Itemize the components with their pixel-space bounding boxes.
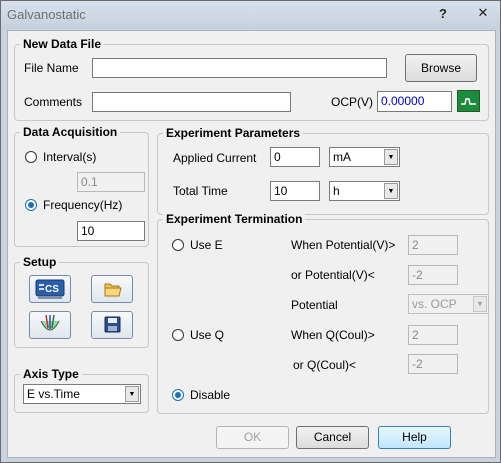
when-q-label: When Q(Coul)> bbox=[291, 328, 375, 342]
save-disk-icon[interactable] bbox=[91, 311, 133, 339]
or-q-label: or Q(Coul)< bbox=[293, 358, 357, 372]
applied-current-label: Applied Current bbox=[173, 151, 257, 165]
dialog-client: New Data File File Name Browse Comments … bbox=[7, 30, 496, 458]
applied-current-unit-select[interactable]: mA ▼ bbox=[329, 147, 400, 167]
comments-label: Comments bbox=[24, 95, 83, 109]
frequency-input[interactable]: 10 bbox=[77, 221, 145, 241]
chevron-down-icon: ▼ bbox=[384, 183, 398, 199]
use-q-radio[interactable] bbox=[172, 329, 184, 341]
use-e-radio[interactable] bbox=[172, 239, 184, 251]
or-q-input[interactable]: -2 bbox=[408, 354, 458, 374]
experiment-parameters-group: Experiment Parameters Applied Current 0 … bbox=[157, 126, 489, 215]
axis-type-select[interactable]: E vs.Time ▼ bbox=[23, 384, 141, 404]
total-time-unit-value: h bbox=[333, 184, 340, 198]
chevron-down-icon: ▼ bbox=[384, 149, 398, 165]
cs-instrument-icon[interactable]: CS bbox=[29, 275, 71, 303]
ok-button[interactable]: OK bbox=[216, 426, 289, 449]
setup-group: Setup CS bbox=[14, 255, 149, 348]
data-acquisition-group: Data Acquisition Interval(s) 0.1 Frequen… bbox=[14, 125, 149, 247]
total-time-input[interactable]: 10 bbox=[270, 181, 320, 201]
frequency-radio[interactable] bbox=[25, 199, 37, 211]
axis-type-group: Axis Type E vs.Time ▼ bbox=[14, 367, 149, 413]
when-potential-label: When Potential(V)> bbox=[291, 238, 396, 252]
axis-type-value: E vs.Time bbox=[27, 387, 80, 401]
frequency-label: Frequency(Hz) bbox=[43, 198, 123, 212]
axis-type-legend: Axis Type bbox=[20, 367, 82, 381]
interval-label: Interval(s) bbox=[43, 150, 97, 164]
ocp-label: OCP(V) bbox=[331, 95, 373, 109]
new-data-file-legend: New Data File bbox=[20, 37, 105, 51]
cancel-button[interactable]: Cancel bbox=[296, 426, 369, 449]
when-potential-input[interactable]: 2 bbox=[408, 235, 458, 255]
potential-label: Potential bbox=[291, 298, 338, 312]
potential-reference-value: vs. OCP bbox=[412, 297, 457, 311]
open-folder-icon[interactable] bbox=[91, 275, 133, 303]
interval-input[interactable]: 0.1 bbox=[77, 172, 145, 192]
close-icon[interactable]: ✕ bbox=[470, 5, 496, 23]
setup-legend: Setup bbox=[20, 255, 60, 269]
interval-radio[interactable] bbox=[25, 151, 37, 163]
experiment-parameters-legend: Experiment Parameters bbox=[163, 126, 304, 140]
title-bar: Galvanostatic ? ✕ bbox=[1, 1, 500, 29]
disable-label: Disable bbox=[190, 388, 231, 402]
experiment-termination-legend: Experiment Termination bbox=[163, 212, 306, 226]
file-name-label: File Name bbox=[24, 61, 79, 75]
experiment-termination-group: Experiment Termination Use E When Potent… bbox=[157, 212, 489, 414]
or-potential-label: or Potential(V)< bbox=[291, 268, 375, 282]
use-e-label: Use E bbox=[190, 238, 223, 252]
total-time-unit-select[interactable]: h ▼ bbox=[329, 181, 400, 201]
electrode-cell-icon[interactable] bbox=[29, 311, 71, 339]
chevron-down-icon: ▼ bbox=[473, 296, 487, 312]
new-data-file-group: New Data File File Name Browse Comments … bbox=[14, 37, 489, 121]
chevron-down-icon: ▼ bbox=[125, 386, 139, 402]
help-title-button[interactable]: ? bbox=[439, 6, 447, 21]
file-name-input[interactable] bbox=[92, 58, 387, 78]
applied-current-input[interactable]: 0 bbox=[270, 147, 320, 167]
potential-reference-select[interactable]: vs. OCP ▼ bbox=[408, 294, 489, 314]
ocp-value-field: 0.00000 bbox=[377, 91, 452, 112]
comments-input[interactable] bbox=[92, 92, 291, 112]
applied-current-unit-value: mA bbox=[333, 150, 351, 164]
galvanostatic-dialog: Galvanostatic ? ✕ New Data File File Nam… bbox=[0, 0, 501, 463]
total-time-label: Total Time bbox=[173, 184, 228, 198]
or-potential-input[interactable]: -2 bbox=[408, 265, 458, 285]
data-acquisition-legend: Data Acquisition bbox=[20, 125, 121, 139]
disable-radio[interactable] bbox=[172, 389, 184, 401]
browse-button[interactable]: Browse bbox=[405, 54, 477, 82]
help-button[interactable]: Help bbox=[378, 426, 451, 449]
waveform-icon[interactable] bbox=[457, 90, 480, 112]
svg-text:CS: CS bbox=[45, 284, 59, 295]
window-title: Galvanostatic bbox=[7, 7, 86, 22]
use-q-label: Use Q bbox=[190, 328, 225, 342]
when-q-input[interactable]: 2 bbox=[408, 325, 458, 345]
